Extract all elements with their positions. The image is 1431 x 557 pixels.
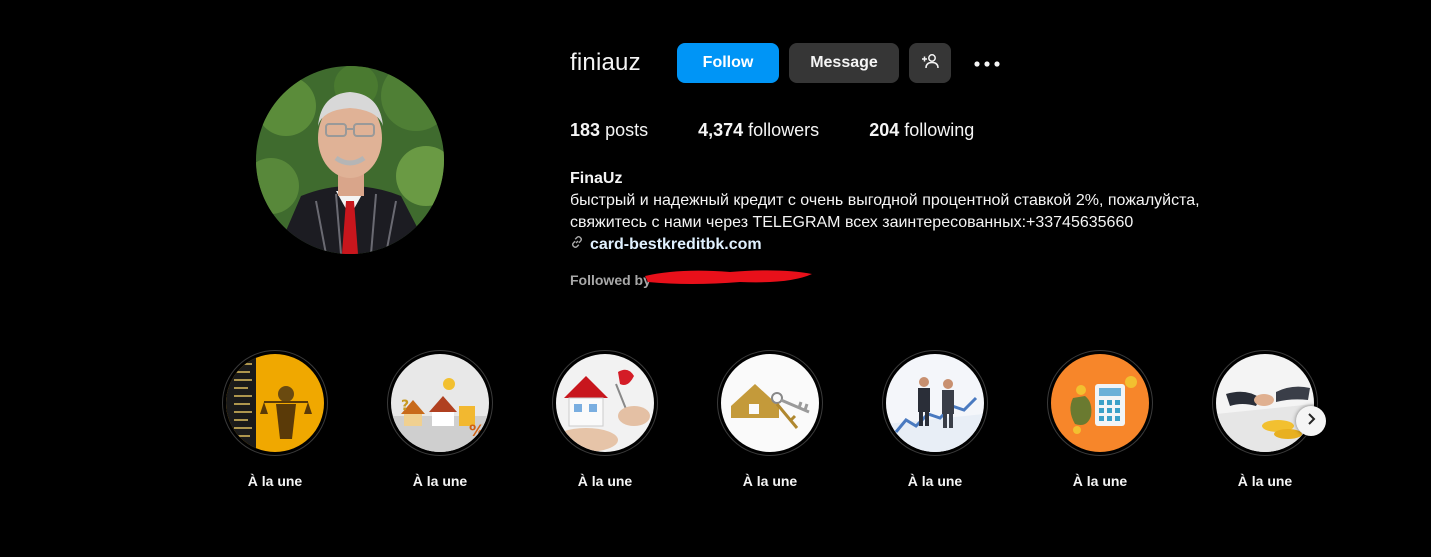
following-count: 204 [869,120,900,140]
highlight-ring: % ? [387,350,493,456]
redaction-mark [640,266,815,288]
highlight-cover-houses-percent: % ? [391,354,489,452]
highlight-ring [717,350,823,456]
chevron-right-icon [1306,412,1316,430]
story-highlight-6[interactable]: À la une [1047,350,1153,489]
highlight-cover-justice [226,354,324,452]
followers-stat[interactable]: 4,374 followers [698,120,819,141]
following-label: following [904,120,975,140]
link-icon [570,234,584,256]
story-highlight-3[interactable]: À la une [552,350,658,489]
highlight-ring [1212,350,1318,456]
highlight-cover-calculator [1051,354,1149,452]
highlight-ring [882,350,988,456]
highlight-cover-keys [721,354,819,452]
suggest-accounts-button[interactable] [909,43,951,83]
highlight-label: À la une [907,473,963,489]
highlight-label: À la une [1237,473,1293,489]
highlight-cover-businessmen [886,354,984,452]
profile-full-name: FinaUz [570,170,623,187]
story-highlight-1[interactable]: À la une [222,350,328,489]
more-options-icon [973,54,1001,72]
profile-stats: 183 posts 4,374 followers 204 following [570,120,1024,141]
highlight-ring [1047,350,1153,456]
followed-by-text[interactable]: Followed by [570,272,651,288]
bio-text: быстрый и надежный кредит с очень выгодн… [570,192,1200,231]
highlight-ring [222,350,328,456]
highlight-label: À la une [247,473,303,489]
posts-label: posts [605,120,649,140]
bio-link[interactable]: card-bestkreditbk.com [590,234,762,256]
svg-text:?: ? [401,398,409,414]
highlights-next-button[interactable] [1296,406,1326,436]
story-highlight-4[interactable]: À la une [717,350,823,489]
highlight-label: À la une [742,473,798,489]
follow-button[interactable]: Follow [677,43,779,83]
more-options-button[interactable] [970,50,1004,76]
profile-bio: FinaUz быстрый и надежный кредит с очень… [570,168,1290,256]
highlight-label: À la une [412,473,468,489]
profile-username: finiauz [570,49,641,76]
followers-label: followers [748,120,820,140]
bio-link-row[interactable]: card-bestkreditbk.com [570,234,1290,256]
highlight-cover-handshake [1216,354,1314,452]
highlight-label: À la une [577,473,633,489]
story-highlight-5[interactable]: À la une [882,350,988,489]
followers-count: 4,374 [698,120,744,140]
following-stat[interactable]: 204 following [869,120,974,141]
message-button[interactable]: Message [789,43,899,83]
story-highlight-2[interactable]: % ? À la une [387,350,493,489]
svg-text:%: % [469,421,485,440]
add-person-icon [921,53,939,74]
posts-stat: 183 posts [570,120,648,141]
highlight-cover-house-key [556,354,654,452]
profile-avatar[interactable] [256,66,444,254]
highlight-ring [552,350,658,456]
highlight-label: À la une [1072,473,1128,489]
followed-by-label: Followed by [570,272,651,288]
posts-count: 183 [570,120,601,140]
